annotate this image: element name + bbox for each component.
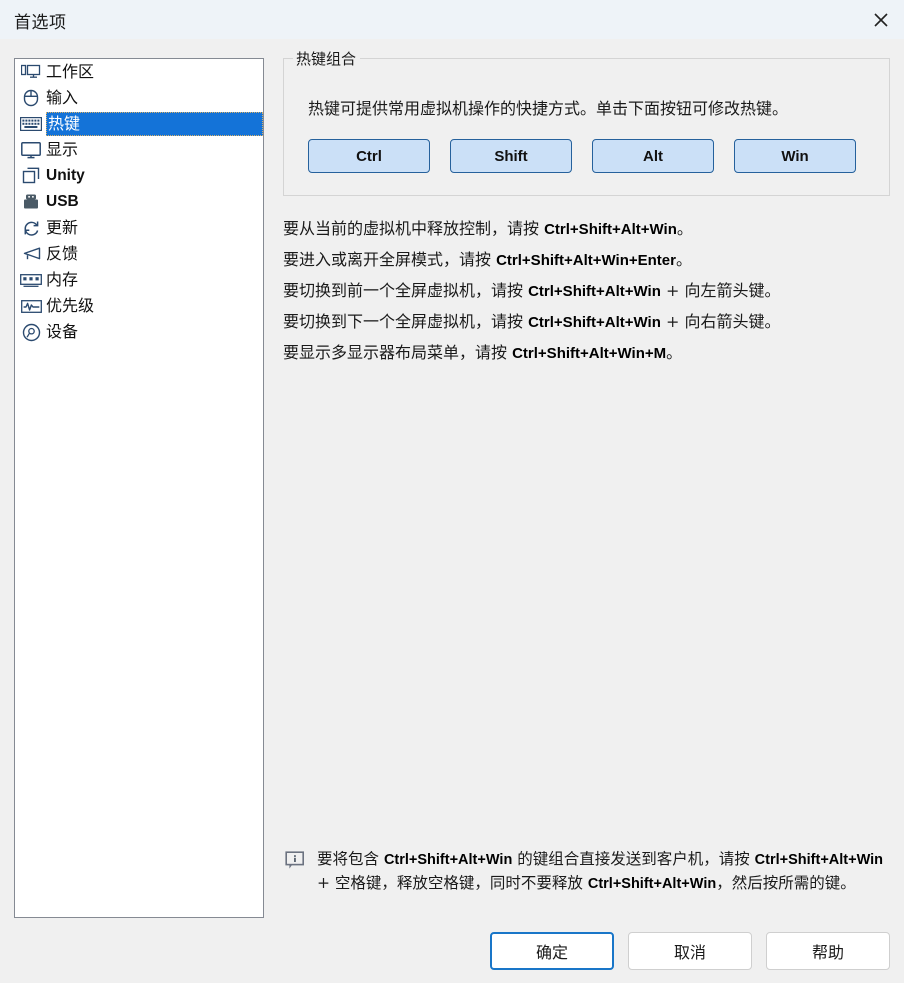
group-title: 热键组合 [293,48,360,69]
sidebar-item-label: 工作区 [46,61,94,83]
keyboard-icon [19,113,43,135]
instruction-keys: Ctrl+Shift+Alt+Win [528,314,661,331]
modifier-key-buttons: Ctrl Shift Alt Win [308,139,889,173]
mouse-icon [19,87,43,109]
sidebar-item-usb[interactable]: USB [15,189,263,215]
hotkey-button-ctrl[interactable]: Ctrl [308,139,430,173]
cancel-button[interactable]: 取消 [628,932,752,970]
sidebar-item-label: 内存 [46,269,78,291]
instruction-keys: Ctrl+Shift+Alt+Win [544,221,677,238]
group-description: 热键可提供常用虚拟机操作的快捷方式。单击下面按钮可修改热键。 [308,95,889,119]
usb-icon [19,191,43,213]
sidebar-item-feedback[interactable]: 反馈 [15,241,263,267]
sidebar-item-label: 输入 [46,87,78,109]
sidebar-item-label: 热键 [47,113,262,135]
hotkey-note: 要将包含 Ctrl+Shift+Alt+Win 的键组合直接发送到客户机，请按 … [285,848,890,896]
info-bubble-icon [285,851,307,871]
sidebar-item-label: 显示 [46,139,78,161]
instruction-keys: Ctrl+Shift+Alt+Win [528,283,661,300]
ok-button[interactable]: 确定 [490,932,614,970]
sidebar-item-updates[interactable]: 更新 [15,215,263,241]
instruction-suffix: + 向左箭头键。 [661,281,781,300]
sidebar-item-priority[interactable]: 优先级 [15,293,263,319]
instruction-line: 要从当前的虚拟机中释放控制，请按 Ctrl+Shift+Alt+Win。 [283,214,890,245]
megaphone-icon [19,243,43,265]
instruction-suffix: 。 [677,219,693,238]
instruction-suffix: 。 [676,250,692,269]
help-button[interactable]: 帮助 [766,932,890,970]
hotkeys-pane: 热键组合 热键可提供常用虚拟机操作的快捷方式。单击下面按钮可修改热键。 Ctrl… [283,58,890,369]
close-icon [872,11,890,29]
workspace-icon [19,61,43,83]
instruction-prefix: 要切换到前一个全屏虚拟机，请按 [283,281,528,300]
sidebar-item-label: 设备 [46,321,78,343]
note-keys1: Ctrl+Shift+Alt+Win [384,852,512,868]
page-title: 首选项 [14,8,67,33]
note-keys3: Ctrl+Shift+Alt+Win [588,876,716,892]
instruction-suffix: 。 [666,343,682,362]
sidebar-item-label: 反馈 [46,243,78,265]
instruction-suffix: + 向右箭头键。 [661,312,781,331]
monitor-icon [19,139,43,161]
note-part4: ，然后按所需的键。 [716,874,856,892]
instruction-line: 要切换到下一个全屏虚拟机，请按 Ctrl+Shift+Alt+Win + 向右箭… [283,307,890,338]
sidebar-item-memory[interactable]: 内存 [15,267,263,293]
refresh-icon [19,217,43,239]
hotkey-button-win[interactable]: Win [734,139,856,173]
instruction-line: 要切换到前一个全屏虚拟机，请按 Ctrl+Shift+Alt+Win + 向左箭… [283,276,890,307]
note-part3: + 空格键，释放空格键，同时不要释放 [317,874,588,892]
hotkey-button-alt[interactable]: Alt [592,139,714,173]
close-button[interactable] [858,0,904,39]
note-part2: 的键组合直接发送到客户机，请按 [512,850,754,868]
instruction-keys: Ctrl+Shift+Alt+Win+M [512,345,666,362]
note-keys2: Ctrl+Shift+Alt+Win [755,852,883,868]
sidebar-item-label: 优先级 [46,295,94,317]
hotkey-button-shift[interactable]: Shift [450,139,572,173]
sidebar-item-display[interactable]: 显示 [15,137,263,163]
instruction-line: 要进入或离开全屏模式，请按 Ctrl+Shift+Alt+Win+Enter。 [283,245,890,276]
window-titlebar: 首选项 [0,0,904,39]
sidebar-selection-highlight: 热键 [46,112,263,136]
instruction-prefix: 要进入或离开全屏模式，请按 [283,250,496,269]
sidebar-item-label: USB [46,191,79,213]
sidebar-item-unity[interactable]: Unity [15,163,263,189]
sidebar-item-hotkeys[interactable]: 热键 [15,111,263,137]
windows-icon [19,165,43,187]
sidebar-item-workspace[interactable]: 工作区 [15,59,263,85]
hotkey-combination-group: 热键组合 热键可提供常用虚拟机操作的快捷方式。单击下面按钮可修改热键。 Ctrl… [283,58,890,196]
sidebar-item-label: 更新 [46,217,78,239]
memory-icon [19,269,43,291]
sidebar-item-devices[interactable]: 设备 [15,319,263,345]
dialog-footer: 确定 取消 帮助 [0,932,904,970]
sidebar-item-input[interactable]: 输入 [15,85,263,111]
activity-icon [19,295,43,317]
instruction-prefix: 要显示多显示器布局菜单，请按 [283,343,512,362]
sidebar-item-label: Unity [46,165,85,187]
instruction-prefix: 要从当前的虚拟机中释放控制，请按 [283,219,544,238]
note-part1: 要将包含 [317,850,384,868]
hotkey-instruction-list: 要从当前的虚拟机中释放控制，请按 Ctrl+Shift+Alt+Win。 要进入… [283,214,890,369]
instruction-prefix: 要切换到下一个全屏虚拟机，请按 [283,312,528,331]
instruction-keys: Ctrl+Shift+Alt+Win+Enter [496,252,676,269]
disc-icon [19,321,43,343]
note-text: 要将包含 Ctrl+Shift+Alt+Win 的键组合直接发送到客户机，请按 … [317,848,890,896]
settings-category-list[interactable]: 工作区 输入 [14,58,264,918]
instruction-line: 要显示多显示器布局菜单，请按 Ctrl+Shift+Alt+Win+M。 [283,338,890,369]
